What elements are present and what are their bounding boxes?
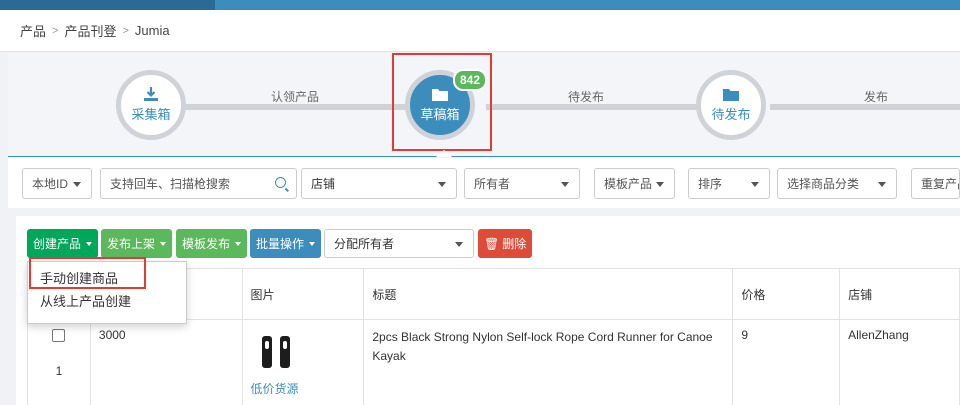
- caret-down-icon: [86, 241, 93, 246]
- edge-label-pending: 待发布: [568, 90, 605, 104]
- product-image[interactable]: [250, 328, 299, 376]
- column-header-image: 图片: [241, 268, 365, 320]
- active-step-pointer: [436, 150, 452, 157]
- template-publish-button[interactable]: 模板发布: [176, 229, 248, 258]
- caret-down-icon: [878, 182, 886, 187]
- highlight-manual-create: [29, 257, 146, 289]
- caret-down-icon: [455, 242, 463, 247]
- column-header-price: 价格: [732, 268, 841, 320]
- category-select[interactable]: 选择商品分类: [777, 168, 897, 199]
- edge-label-publish: 发布: [864, 90, 889, 104]
- product-image-item: [279, 336, 290, 368]
- row-checkbox[interactable]: [52, 329, 66, 342]
- duplicate-product-select[interactable]: 重复产品: [911, 168, 960, 199]
- breadcrumb-item-jumia: Jumia: [134, 23, 170, 38]
- owner-select[interactable]: 所有者: [464, 168, 580, 199]
- caret-down-icon: [656, 182, 664, 187]
- search-input[interactable]: 支持回车、扫描枪搜索: [100, 168, 297, 199]
- table-row[interactable]: 1 3000 低价货源 2pcs Black Strong Nylon Self…: [27, 319, 960, 405]
- row-title[interactable]: 2pcs Black Strong Nylon Self-lock Rope C…: [363, 319, 734, 405]
- chevron-right-icon: >: [122, 24, 129, 37]
- menu-item-create-from-online[interactable]: 从线上产品创建: [28, 290, 186, 313]
- shop-select[interactable]: 店铺: [301, 168, 457, 199]
- row-price: 9: [732, 319, 841, 405]
- top-nav-bar: [0, 0, 960, 10]
- trash-icon: 🗑: [484, 236, 500, 251]
- local-id-select[interactable]: 本地ID: [22, 168, 92, 199]
- delete-button[interactable]: 🗑 删除: [478, 229, 533, 258]
- caret-down-icon: [235, 241, 242, 246]
- caret-down-icon: [160, 241, 167, 246]
- caret-down-icon: [438, 182, 446, 187]
- template-product-select[interactable]: 模板产品: [594, 168, 675, 199]
- caret-down-icon: [751, 182, 759, 187]
- product-image-item: [261, 336, 272, 368]
- caret-down-icon: [309, 241, 316, 246]
- top-nav-bar-dark-section: [0, 0, 215, 10]
- workflow-node-label: 待发布: [711, 107, 751, 122]
- row-shop: AllenZhang: [839, 319, 960, 405]
- search-icon[interactable]: [275, 177, 286, 188]
- row-index: 1: [55, 364, 63, 378]
- column-header-title: 标题: [363, 268, 734, 320]
- workflow-node-label: 采集箱: [131, 107, 171, 122]
- column-header-shop: 店铺: [839, 268, 960, 320]
- highlight-draft-box: [392, 53, 492, 151]
- caret-down-icon: [73, 182, 81, 187]
- workflow-node-pending-publish[interactable]: 待发布: [696, 70, 766, 140]
- filter-bar: 本地ID 支持回车、扫描枪搜索 店铺 所有者 模板产品 排序 选择商品分类 重复…: [8, 158, 960, 208]
- row-select-cell: 1: [27, 319, 91, 405]
- sort-select[interactable]: 排序: [688, 168, 770, 199]
- edge-label-claim: 认领产品: [271, 90, 320, 104]
- assign-owner-select[interactable]: 分配所有者: [324, 229, 474, 258]
- breadcrumb-item-listing[interactable]: 产品刊登: [64, 21, 116, 40]
- create-product-button[interactable]: 创建产品: [27, 229, 99, 258]
- publish-button[interactable]: 发布上架: [101, 229, 173, 258]
- workflow-node-collection-box[interactable]: 采集箱: [116, 70, 186, 140]
- breadcrumb-item-product[interactable]: 产品: [20, 21, 46, 40]
- caret-down-icon: [561, 182, 569, 187]
- low-price-source-link[interactable]: 低价货源: [251, 380, 356, 397]
- batch-operation-button[interactable]: 批量操作: [250, 229, 322, 258]
- breadcrumb: 产品 > 产品刊登 > Jumia: [0, 10, 960, 52]
- row-image-cell: 低价货源: [241, 319, 365, 405]
- download-icon: [144, 87, 158, 101]
- row-id: 3000: [89, 319, 243, 405]
- chevron-right-icon: >: [52, 24, 59, 37]
- folder-icon: [723, 89, 739, 101]
